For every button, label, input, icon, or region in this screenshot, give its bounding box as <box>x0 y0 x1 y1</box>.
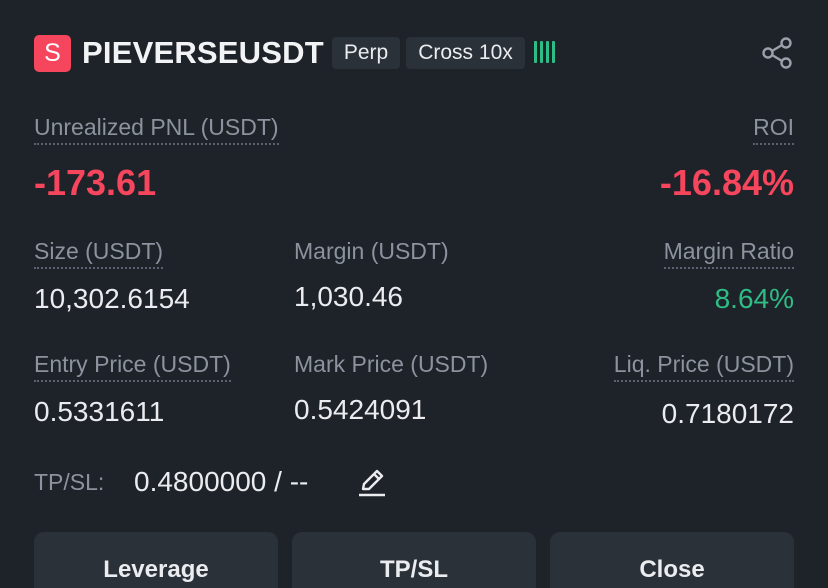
mark-price-label: Mark Price (USDT) <box>294 351 489 377</box>
edit-pencil-icon[interactable] <box>356 466 388 498</box>
size-label[interactable]: Size (USDT) <box>34 238 164 269</box>
symbol-name[interactable]: PIEVERSEUSDT <box>82 35 324 71</box>
tpsl-value: 0.4800000 / -- <box>134 466 309 497</box>
liq-price-label[interactable]: Liq. Price (USDT) <box>613 351 794 382</box>
position-header: S PIEVERSEUSDT Perp Cross 10x <box>34 34 555 72</box>
margin-ratio-label[interactable]: Margin Ratio <box>663 238 794 269</box>
margin-mode-tag[interactable]: Cross 10x <box>406 37 525 69</box>
entry-price-value: 0.5331611 <box>34 396 165 427</box>
unrealized-pnl-label[interactable]: Unrealized PNL (USDT) <box>34 114 279 145</box>
share-icon[interactable] <box>760 36 794 70</box>
side-badge: S <box>34 34 71 72</box>
contract-type-tag: Perp <box>331 37 401 69</box>
mark-price-value: 0.5424091 <box>294 394 427 425</box>
roi-value: -16.84% <box>659 162 794 203</box>
liq-price-value: 0.7180172 <box>661 398 794 429</box>
leverage-button[interactable]: Leverage <box>34 532 278 588</box>
margin-value: 1,030.46 <box>294 281 403 312</box>
size-value: 10,302.6154 <box>34 283 190 314</box>
entry-price-label[interactable]: Entry Price (USDT) <box>34 351 231 382</box>
close-position-button[interactable]: Close <box>550 532 794 588</box>
tpsl-button[interactable]: TP/SL <box>292 532 536 588</box>
margin-label: Margin (USDT) <box>294 238 449 264</box>
roi-label[interactable]: ROI <box>753 114 794 145</box>
position-card: S PIEVERSEUSDT Perp Cross 10x Unrealized… <box>0 0 828 588</box>
unrealized-pnl-value: -173.61 <box>34 162 157 203</box>
tpsl-label: TP/SL: <box>34 469 105 495</box>
margin-ratio-value: 8.64% <box>714 283 794 314</box>
signal-bars-icon <box>533 41 555 65</box>
